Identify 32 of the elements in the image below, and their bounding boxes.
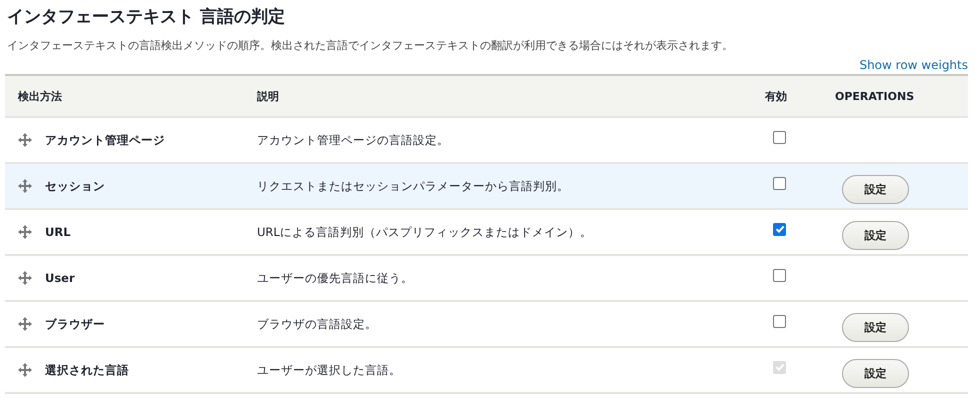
method-name: 選択された言語: [45, 362, 129, 378]
method-description: アカウント管理ページの言語設定。: [257, 132, 449, 148]
column-header: 有効: [765, 88, 787, 104]
method-name: アカウント管理ページ: [45, 132, 165, 148]
show-row-weights-link[interactable]: Show row weights: [859, 58, 968, 72]
method-name: URL: [45, 225, 71, 239]
column-header: OPERATIONS: [835, 90, 914, 102]
enabled-checkbox[interactable]: [773, 130, 786, 144]
column-header: 説明: [257, 88, 279, 104]
settings-button[interactable]: 設定: [842, 174, 909, 204]
page-title: インタフェーステキスト 言語の判定: [6, 6, 286, 28]
drag-handle-icon[interactable]: [18, 225, 32, 239]
method-description: ユーザーが選択した言語。: [257, 362, 401, 378]
drag-handle-icon[interactable]: [18, 179, 32, 193]
enabled-checkbox[interactable]: [773, 222, 786, 236]
method-name: User: [45, 271, 75, 285]
drag-handle-icon[interactable]: [18, 271, 32, 285]
method-description: URLによる言語判別（パスプリフィックスまたはドメイン）。: [257, 224, 592, 240]
method-name: ブラウザー: [45, 316, 105, 332]
page-description: インタフェーステキストの言語検出メソッドの順序。検出された言語でインタフェーステキストの翻訳が利用できる場合にはそれが表示されます。: [7, 38, 734, 53]
settings-button[interactable]: 設定: [842, 312, 909, 342]
method-name: セッション: [45, 178, 105, 194]
method-description: ブラウザの言語設定。: [257, 316, 377, 332]
enabled-checkbox[interactable]: [773, 314, 786, 328]
enabled-checkbox[interactable]: [773, 176, 786, 190]
method-description: リクエストまたはセッションパラメーターから言語判別。: [257, 178, 569, 194]
drag-handle-icon[interactable]: [18, 133, 32, 147]
enabled-checkbox[interactable]: [773, 268, 786, 282]
method-description: ユーザーの優先言語に従う。: [257, 270, 413, 286]
column-header: 検出方法: [18, 88, 62, 104]
drag-handle-icon[interactable]: [18, 317, 32, 331]
settings-button[interactable]: 設定: [842, 220, 909, 250]
